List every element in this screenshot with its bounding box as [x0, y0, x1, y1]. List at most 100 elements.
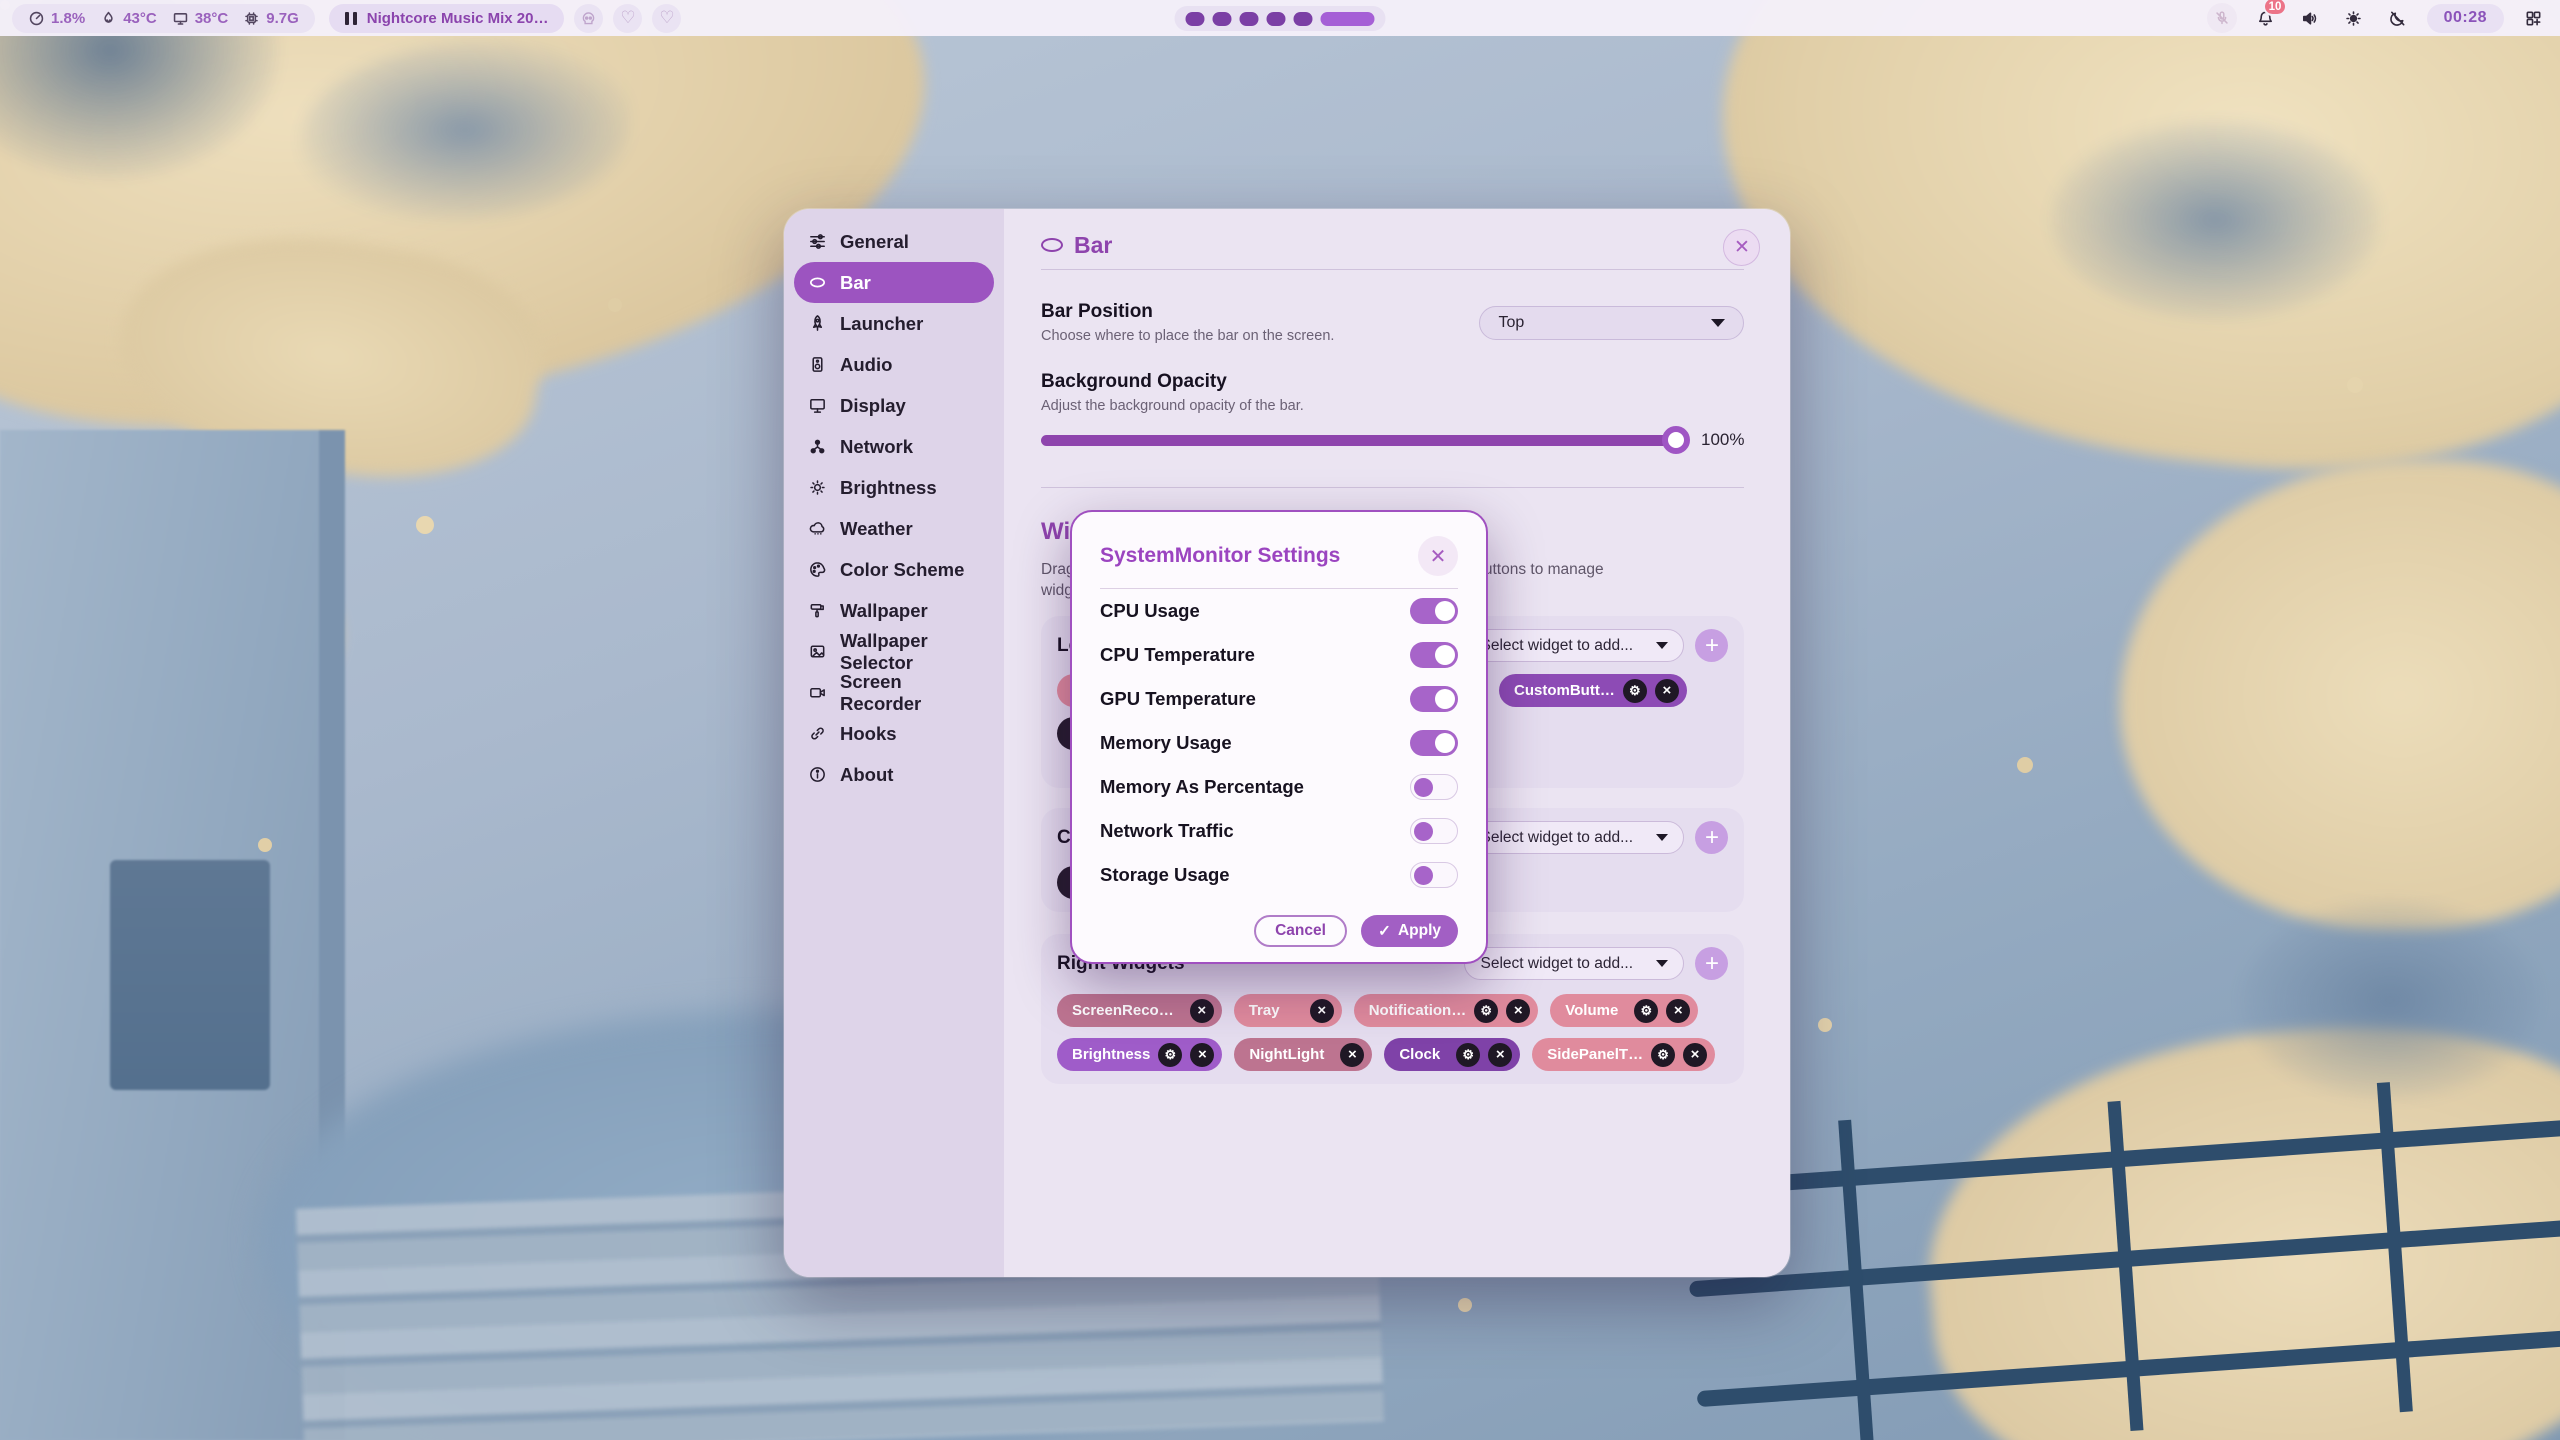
- chip-settings-button[interactable]: ⚙: [1651, 1043, 1675, 1067]
- chip-settings-button[interactable]: ⚙: [1474, 999, 1498, 1023]
- chip-settings-button[interactable]: ⚙: [1456, 1043, 1480, 1067]
- window-close-button[interactable]: ✕: [1723, 229, 1760, 266]
- right-add-widget-button[interactable]: +: [1695, 947, 1728, 980]
- paint-roller-icon: [808, 601, 827, 620]
- skull-button[interactable]: [574, 4, 603, 33]
- bar-oval-icon: [1041, 238, 1063, 252]
- bar-position-dropdown[interactable]: Top: [1479, 306, 1744, 340]
- notification-badge: 10: [2263, 0, 2288, 16]
- sidebar-item-launcher[interactable]: Launcher: [794, 303, 994, 344]
- gauge-icon: [28, 10, 45, 27]
- workspace-dot-5[interactable]: [1294, 12, 1313, 26]
- bar-position-description: Choose where to place the bar on the scr…: [1041, 328, 1334, 344]
- opacity-slider-knob[interactable]: [1662, 426, 1690, 454]
- clock-text: 00:28: [2444, 9, 2487, 27]
- left-add-widget-button[interactable]: +: [1695, 629, 1728, 662]
- sidebar-item-color-scheme[interactable]: Color Scheme: [794, 549, 994, 590]
- cpu-usage-stat: 1.8%: [28, 10, 85, 27]
- chip-remove-button[interactable]: ×: [1666, 999, 1690, 1023]
- widget-chip-clock[interactable]: Clock ⚙ ×: [1384, 1038, 1520, 1071]
- widget-chip-sidepanel[interactable]: SidePanelT… ⚙ ×: [1532, 1038, 1715, 1071]
- workspace-dot-1[interactable]: [1186, 12, 1205, 26]
- panel-title: Bar: [1074, 232, 1112, 259]
- workspace-dot-4[interactable]: [1267, 12, 1286, 26]
- workspaces-indicator[interactable]: [1175, 6, 1386, 31]
- widget-chip-screenrecorder[interactable]: ScreenReco… ×: [1057, 994, 1222, 1027]
- mic-off-button[interactable]: [2207, 3, 2237, 33]
- workspace-dot-3[interactable]: [1240, 12, 1259, 26]
- gear-icon: ⚙: [1165, 1047, 1177, 1063]
- center-add-widget-button[interactable]: +: [1695, 821, 1728, 854]
- widget-chip-nightlight[interactable]: NightLight ×: [1234, 1038, 1372, 1071]
- workspace-dot-2[interactable]: [1213, 12, 1232, 26]
- memory-usage-toggle[interactable]: [1410, 730, 1458, 756]
- volume-button[interactable]: [2295, 3, 2325, 33]
- sidebar-item-weather[interactable]: Weather: [794, 508, 994, 549]
- sun-icon: [2344, 9, 2363, 28]
- favorite-button-2[interactable]: ♡: [652, 4, 681, 33]
- widget-chip-notifications[interactable]: Notification… ⚙ ×: [1354, 994, 1539, 1027]
- chip-remove-button[interactable]: ×: [1190, 1043, 1214, 1067]
- settings-sidebar: General Bar Launcher Audio Display Netwo…: [784, 209, 1004, 1277]
- nightlight-button[interactable]: [2383, 3, 2413, 33]
- chevron-down-icon: [1656, 960, 1668, 967]
- widget-chip-tray[interactable]: Tray ×: [1234, 994, 1342, 1027]
- chip-settings-button[interactable]: ⚙: [1623, 679, 1647, 703]
- sidebar-item-bar[interactable]: Bar: [794, 262, 994, 303]
- dashboard-button[interactable]: [2518, 3, 2548, 33]
- sidebar-item-display[interactable]: Display: [794, 385, 994, 426]
- toggle-row-memory-as-percentage: Memory As Percentage: [1100, 765, 1458, 809]
- chip-remove-button[interactable]: ×: [1310, 999, 1334, 1023]
- cancel-button[interactable]: Cancel: [1254, 915, 1347, 947]
- chip-settings-button[interactable]: ⚙: [1634, 999, 1658, 1023]
- close-icon: ×: [1662, 682, 1671, 699]
- sidebar-item-audio[interactable]: Audio: [794, 344, 994, 385]
- sidebar-item-hooks[interactable]: Hooks: [794, 713, 994, 754]
- chip-settings-button[interactable]: ⚙: [1158, 1043, 1182, 1067]
- network-traffic-toggle[interactable]: [1410, 818, 1458, 844]
- toggle-row-gpu-temperature: GPU Temperature: [1100, 677, 1458, 721]
- memory-as-percentage-toggle[interactable]: [1410, 774, 1458, 800]
- sidebar-item-network[interactable]: Network: [794, 426, 994, 467]
- chip-remove-button[interactable]: ×: [1340, 1043, 1364, 1067]
- chip-remove-button[interactable]: ×: [1655, 679, 1679, 703]
- gpu-temp-stat: 38°C: [172, 10, 229, 27]
- widget-chip-brightness[interactable]: Brightness ⚙ ×: [1057, 1038, 1222, 1071]
- favorite-button-1[interactable]: ♡: [613, 4, 642, 33]
- left-add-widget-dropdown[interactable]: Select widget to add...: [1464, 629, 1684, 662]
- clock-module[interactable]: 00:28: [2427, 4, 2504, 33]
- sidebar-item-general[interactable]: General: [794, 221, 994, 262]
- storage-usage-toggle[interactable]: [1410, 862, 1458, 888]
- moon-off-icon: [2388, 9, 2407, 28]
- chip-remove-button[interactable]: ×: [1488, 1043, 1512, 1067]
- cpu-usage-toggle[interactable]: [1410, 598, 1458, 624]
- modal-close-button[interactable]: ✕: [1418, 536, 1458, 576]
- divider: [1041, 487, 1744, 488]
- workspace-active-6[interactable]: [1321, 12, 1375, 26]
- opacity-slider[interactable]: [1041, 435, 1686, 446]
- sidebar-item-wallpaper-selector[interactable]: Wallpaper Selector: [794, 631, 994, 672]
- chip-remove-button[interactable]: ×: [1683, 1043, 1707, 1067]
- media-player-module[interactable]: Nightcore Music Mix 20…: [329, 4, 565, 33]
- notifications-button[interactable]: 10: [2251, 3, 2281, 33]
- toggle-row-storage-usage: Storage Usage: [1100, 853, 1458, 897]
- right-add-widget-dropdown[interactable]: Select widget to add...: [1464, 947, 1684, 980]
- cpu-temperature-toggle[interactable]: [1410, 642, 1458, 668]
- chip-remove-button[interactable]: ×: [1506, 999, 1530, 1023]
- sidebar-item-brightness[interactable]: Brightness: [794, 467, 994, 508]
- brightness-button[interactable]: [2339, 3, 2369, 33]
- check-icon: ✓: [1378, 922, 1391, 941]
- center-add-widget-dropdown[interactable]: Select widget to add...: [1464, 821, 1684, 854]
- gpu-temperature-toggle[interactable]: [1410, 686, 1458, 712]
- widget-chip-custombutton[interactable]: CustomButt… ⚙ ×: [1499, 674, 1687, 707]
- chip-remove-button[interactable]: ×: [1190, 999, 1214, 1023]
- sidebar-item-about[interactable]: About: [794, 754, 994, 795]
- sidebar-item-wallpaper[interactable]: Wallpaper: [794, 590, 994, 631]
- sidebar-item-label: Wallpaper Selector: [840, 630, 980, 674]
- system-stats-module[interactable]: 1.8% 43°C 38°C 9.7G: [12, 4, 315, 33]
- background-opacity-setting: Background Opacity Adjust the background…: [1041, 371, 1744, 450]
- sidebar-item-screen-recorder[interactable]: Screen Recorder: [794, 672, 994, 713]
- image-icon: [808, 642, 827, 661]
- apply-button[interactable]: ✓ Apply: [1361, 915, 1458, 947]
- widget-chip-volume[interactable]: Volume ⚙ ×: [1550, 994, 1698, 1027]
